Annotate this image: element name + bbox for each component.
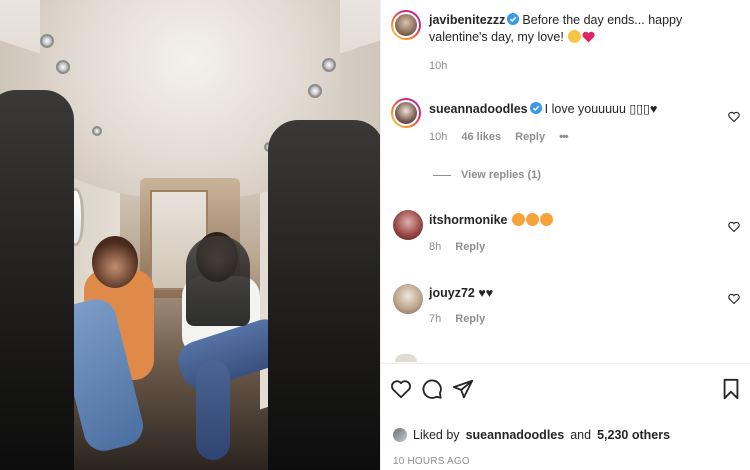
share-paper-plane-icon[interactable] [452, 378, 474, 400]
reply-button[interactable]: Reply [515, 131, 545, 143]
ceiling-light [92, 126, 102, 136]
verified-badge-icon [507, 13, 520, 25]
post-caption: javibenitezzz Before the day ends... happ… [429, 12, 741, 46]
woman-head [92, 236, 138, 288]
liker-username[interactable]: sueannadoodles [466, 428, 565, 442]
seat-back [186, 236, 250, 326]
seat-left-front [0, 90, 74, 470]
comment-body: sueannadoodles I love youuuuu ▯▯▯♥ [429, 101, 719, 118]
commenter-avatar[interactable] [391, 98, 421, 128]
comment-text: ♥♥ [478, 286, 494, 300]
like-comment-heart-icon[interactable] [728, 111, 740, 123]
ceiling-light [56, 60, 70, 74]
seat-right-front [268, 120, 380, 470]
post-actions-bar [381, 378, 750, 408]
comment-meta: 8h Reply [429, 241, 485, 253]
commenter-username[interactable]: sueannadoodles [429, 102, 528, 116]
smiling-face-emoji [568, 30, 582, 43]
comment-time: 8h [429, 241, 442, 253]
view-replies-button[interactable]: View replies (1) [461, 169, 541, 181]
caption-time: 10h [429, 60, 448, 72]
comment-body: jouyz72 ♥♥ [429, 285, 719, 302]
comments-panel: javibenitezzz Before the day ends... happ… [380, 0, 750, 470]
reply-button[interactable]: Reply [455, 241, 485, 253]
ceiling-light [308, 84, 322, 98]
comment-time: 7h [429, 313, 442, 325]
commenter-avatar[interactable] [393, 284, 423, 314]
like-comment-heart-icon[interactable] [728, 293, 740, 305]
commenter-avatar[interactable] [395, 354, 417, 362]
star-struck-emoji [539, 213, 553, 226]
comment-meta: 10h 46 likes Reply ••• [429, 131, 569, 143]
comment-likes[interactable]: 46 likes [461, 131, 501, 143]
commenter-username[interactable]: jouyz72 [429, 286, 475, 300]
likes-count[interactable]: 5,230 others [597, 428, 670, 442]
ceiling-light [40, 34, 54, 48]
commenter-avatar[interactable] [393, 210, 423, 240]
author-username[interactable]: javibenitezzz [429, 13, 505, 27]
post-photo[interactable] [0, 0, 380, 470]
ceiling-light [322, 58, 336, 72]
star-struck-emoji [511, 213, 525, 226]
reply-button[interactable]: Reply [455, 313, 485, 325]
author-avatar[interactable] [391, 10, 421, 40]
likes-summary: Liked by sueannadoodles and 5,230 others [393, 428, 670, 442]
actions-divider [381, 363, 750, 364]
comment-bubble-icon[interactable] [421, 378, 443, 400]
comment-body: itshormonike [429, 212, 719, 229]
verified-badge-icon [529, 102, 542, 114]
post-timestamp: 10 HOURS AGO [393, 456, 470, 467]
comment-time: 10h [429, 131, 448, 143]
liked-by-and: and [570, 428, 592, 442]
man-leg [196, 360, 230, 460]
star-struck-emoji [525, 213, 539, 226]
commenter-username[interactable]: itshormonike [429, 213, 508, 227]
more-options-button[interactable]: ••• [559, 131, 569, 143]
liker-avatar [393, 428, 407, 442]
like-heart-icon[interactable] [390, 378, 412, 400]
comment-text: I love youuuuu ▯▯▯♥ [544, 102, 658, 116]
liked-by-prefix: Liked by [413, 428, 460, 442]
caption-meta: 10h [429, 60, 447, 72]
red-heart-emoji [582, 31, 595, 43]
comment-meta: 7h Reply [429, 313, 485, 325]
like-comment-heart-icon[interactable] [728, 221, 740, 233]
save-bookmark-icon[interactable] [721, 378, 741, 400]
view-replies-line [433, 175, 451, 176]
